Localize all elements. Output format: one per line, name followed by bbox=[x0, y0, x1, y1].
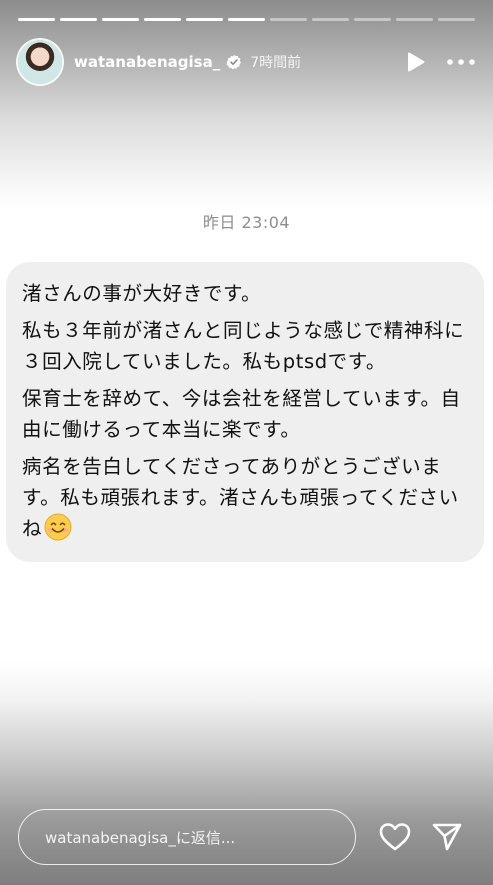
progress-segment bbox=[144, 18, 181, 21]
progress-segment bbox=[354, 18, 391, 21]
send-icon[interactable] bbox=[430, 820, 464, 854]
progress-segment bbox=[312, 18, 349, 21]
more-dots-icon[interactable] bbox=[447, 51, 475, 73]
story-header: watanabenagisa_ 7時間前 bbox=[18, 40, 475, 84]
message-paragraph: 私も３年前が渚さんと同じような感じで精神科に３回入院していました。私もptsdで… bbox=[22, 319, 465, 373]
message-paragraph-last: 病名を告白してくださってありがとうございます。私も頑張れます。渚さんも頑張ってく… bbox=[22, 451, 468, 544]
story-progress-bar bbox=[18, 18, 475, 21]
progress-segment bbox=[270, 18, 307, 21]
progress-segment bbox=[186, 18, 223, 21]
verified-badge-icon bbox=[226, 54, 242, 70]
progress-segment bbox=[438, 18, 475, 21]
message-paragraph: 渚さんの事が大好きです。 bbox=[22, 282, 262, 305]
avatar[interactable] bbox=[18, 40, 62, 84]
progress-segment bbox=[228, 18, 265, 21]
story-viewer: watanabenagisa_ 7時間前 昨日 23:04 渚さんの事が大好きで… bbox=[0, 0, 493, 885]
progress-segment bbox=[60, 18, 97, 21]
smiling-face-icon bbox=[44, 513, 72, 541]
progress-segment bbox=[396, 18, 433, 21]
message-bubble: 渚さんの事が大好きです。 私も３年前が渚さんと同じような感じで精神科に３回入院し… bbox=[6, 262, 484, 562]
time-ago: 7時間前 bbox=[250, 55, 302, 71]
play-icon[interactable] bbox=[405, 51, 427, 73]
message-paragraph-text: 病名を告白してくださってありがとうございます。私も頑張れます。渚さんも頑張ってく… bbox=[22, 455, 459, 540]
reply-bar: watanabenagisa_に返信... bbox=[18, 808, 475, 866]
username[interactable]: watanabenagisa_ bbox=[74, 53, 220, 71]
progress-segment bbox=[102, 18, 139, 21]
message-paragraph: 保育士を辞めて、今は会社を経営しています。自由に働けるって本当に楽です。 bbox=[22, 387, 461, 441]
reply-input[interactable]: watanabenagisa_に返信... bbox=[18, 809, 356, 865]
progress-segment bbox=[18, 18, 55, 21]
heart-icon[interactable] bbox=[378, 820, 412, 854]
message-timestamp: 昨日 23:04 bbox=[202, 213, 291, 232]
